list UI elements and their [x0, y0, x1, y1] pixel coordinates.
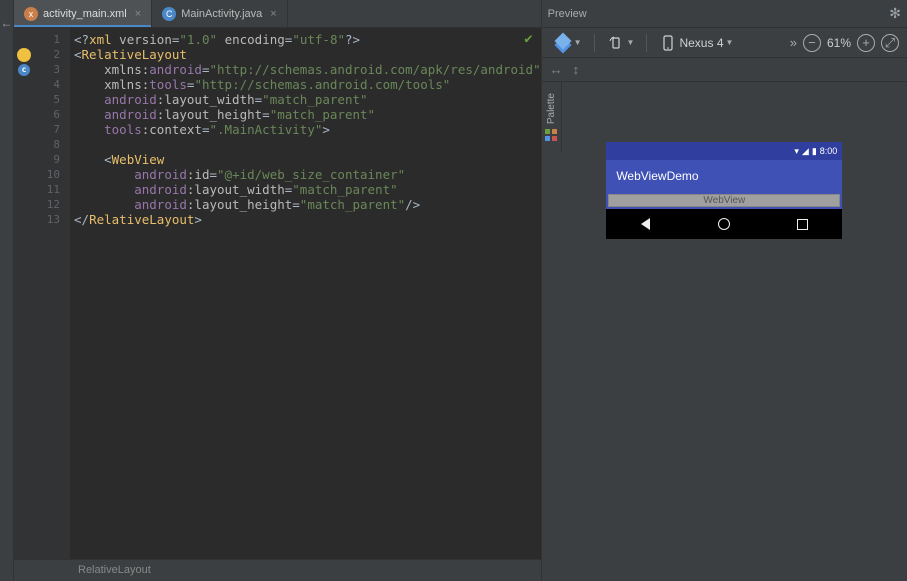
java-file-icon: C — [162, 7, 176, 21]
code-line[interactable]: tools:context=".MainActivity"> — [74, 122, 541, 137]
app-bar: WebViewDemo — [606, 160, 842, 192]
zoom-out-button[interactable]: − — [803, 34, 821, 52]
back-button[interactable] — [637, 215, 655, 233]
line-number: 6 — [34, 107, 70, 122]
left-gutter: ← — [0, 0, 14, 581]
zoom-value: 61% — [827, 36, 851, 50]
design-surface-button[interactable]: ▼ — [550, 31, 586, 55]
device-name: Nexus 4 — [679, 36, 723, 50]
gear-icon[interactable]: ✻ — [889, 5, 901, 22]
home-button[interactable] — [715, 215, 733, 233]
code-area[interactable]: 12c345678910111213 ✔ <?xml version="1.0"… — [14, 28, 541, 559]
intention-bulb-icon[interactable] — [17, 48, 31, 62]
line-number: 8 — [34, 137, 70, 152]
preview-toolbar: ▼ ▼ Nexus 4 ▼ » − 61% + — [542, 28, 907, 58]
preview-title: Preview — [548, 8, 587, 20]
line-gutter: 12c345678910111213 — [14, 28, 70, 559]
collapse-arrow-icon[interactable]: ← — [0, 0, 13, 30]
code-line[interactable]: </RelativeLayout> — [74, 212, 541, 227]
line-number: 9 — [34, 152, 70, 167]
line-number: 1 — [34, 32, 70, 47]
more-icon[interactable]: » — [790, 35, 797, 50]
class-icon[interactable]: c — [18, 64, 30, 76]
code-line[interactable]: android:id="@+id/web_size_container" — [74, 167, 541, 182]
code-line[interactable]: xmlns:tools="http://schemas.android.com/… — [74, 77, 541, 92]
close-icon[interactable]: × — [135, 8, 141, 20]
line-number: 11 — [34, 182, 70, 197]
line-number: 12 — [34, 197, 70, 212]
checkmark-icon: ✔ — [524, 32, 532, 47]
preview-header: Preview ✻ — [542, 0, 907, 28]
status-bar: ▾ ◢ ▮ 8:00 — [606, 142, 842, 160]
code-content[interactable]: ✔ <?xml version="1.0" encoding="utf-8"?>… — [70, 28, 541, 559]
code-line[interactable]: android:layout_width="match_parent" — [74, 92, 541, 107]
webview-placeholder[interactable]: WebView — [608, 194, 840, 207]
close-icon[interactable]: × — [270, 8, 276, 20]
recents-button[interactable] — [794, 215, 812, 233]
tab-label: activity_main.xml — [43, 8, 127, 20]
horizontal-arrow-icon[interactable]: ↔ — [550, 62, 563, 77]
orientation-icon — [607, 34, 625, 52]
device-frame: ▾ ◢ ▮ 8:00 WebViewDemo WebView — [606, 142, 842, 239]
layers-icon — [555, 35, 571, 51]
code-line[interactable]: android:layout_width="match_parent" — [74, 182, 541, 197]
orientation-button[interactable]: ▼ — [603, 31, 639, 55]
palette-icon — [545, 129, 557, 141]
code-line[interactable]: android:layout_height="match_parent" — [74, 107, 541, 122]
breadcrumb[interactable]: RelativeLayout — [14, 559, 541, 581]
line-number: 7 — [34, 122, 70, 137]
vertical-arrow-icon[interactable]: ↕ — [573, 62, 580, 77]
line-number: 4 — [34, 77, 70, 92]
tab-label: MainActivity.java — [181, 8, 262, 20]
line-number: 5 — [34, 92, 70, 107]
battery-icon: ▮ — [812, 146, 817, 157]
tab-main-activity[interactable]: C MainActivity.java × — [152, 0, 288, 27]
code-line[interactable]: android:layout_height="match_parent"/> — [74, 197, 541, 212]
code-line[interactable]: <RelativeLayout — [74, 47, 541, 62]
xml-file-icon: x — [24, 7, 38, 21]
code-line[interactable]: xmlns:android="http://schemas.android.co… — [74, 62, 541, 77]
line-number: 3 — [34, 62, 70, 77]
app-title: WebViewDemo — [616, 169, 698, 183]
resize-hints: ↔ ↕ — [542, 58, 907, 82]
preview-canvas[interactable]: Palette ▾ ◢ ▮ 8:00 WebViewDemo WebView — [542, 82, 907, 581]
wifi-icon: ▾ — [794, 146, 799, 157]
nav-bar — [606, 209, 842, 239]
line-number: 13 — [34, 212, 70, 227]
palette-label: Palette — [546, 93, 557, 124]
palette-tab[interactable]: Palette — [542, 82, 562, 152]
status-time: 8:00 — [820, 146, 838, 156]
tab-activity-main[interactable]: x activity_main.xml × — [14, 0, 152, 27]
code-line[interactable]: <WebView — [74, 152, 541, 167]
line-number: 10 — [34, 167, 70, 182]
device-selector[interactable]: Nexus 4 ▼ — [655, 31, 737, 55]
code-line[interactable]: <?xml version="1.0" encoding="utf-8"?> — [74, 32, 541, 47]
zoom-fit-button[interactable]: ⤢ — [881, 34, 899, 52]
signal-icon: ◢ — [802, 146, 809, 157]
editor-tabs: x activity_main.xml × C MainActivity.jav… — [14, 0, 541, 28]
zoom-in-button[interactable]: + — [857, 34, 875, 52]
webview-label: WebView — [703, 195, 745, 206]
preview-pane: Preview ✻ ▼ ▼ Nexus 4 ▼ — [542, 0, 907, 581]
phone-icon — [659, 34, 677, 52]
editor-pane: x activity_main.xml × C MainActivity.jav… — [14, 0, 542, 581]
device-content: WebView — [606, 192, 842, 209]
line-number: 2 — [34, 47, 70, 62]
code-line[interactable] — [74, 137, 541, 152]
